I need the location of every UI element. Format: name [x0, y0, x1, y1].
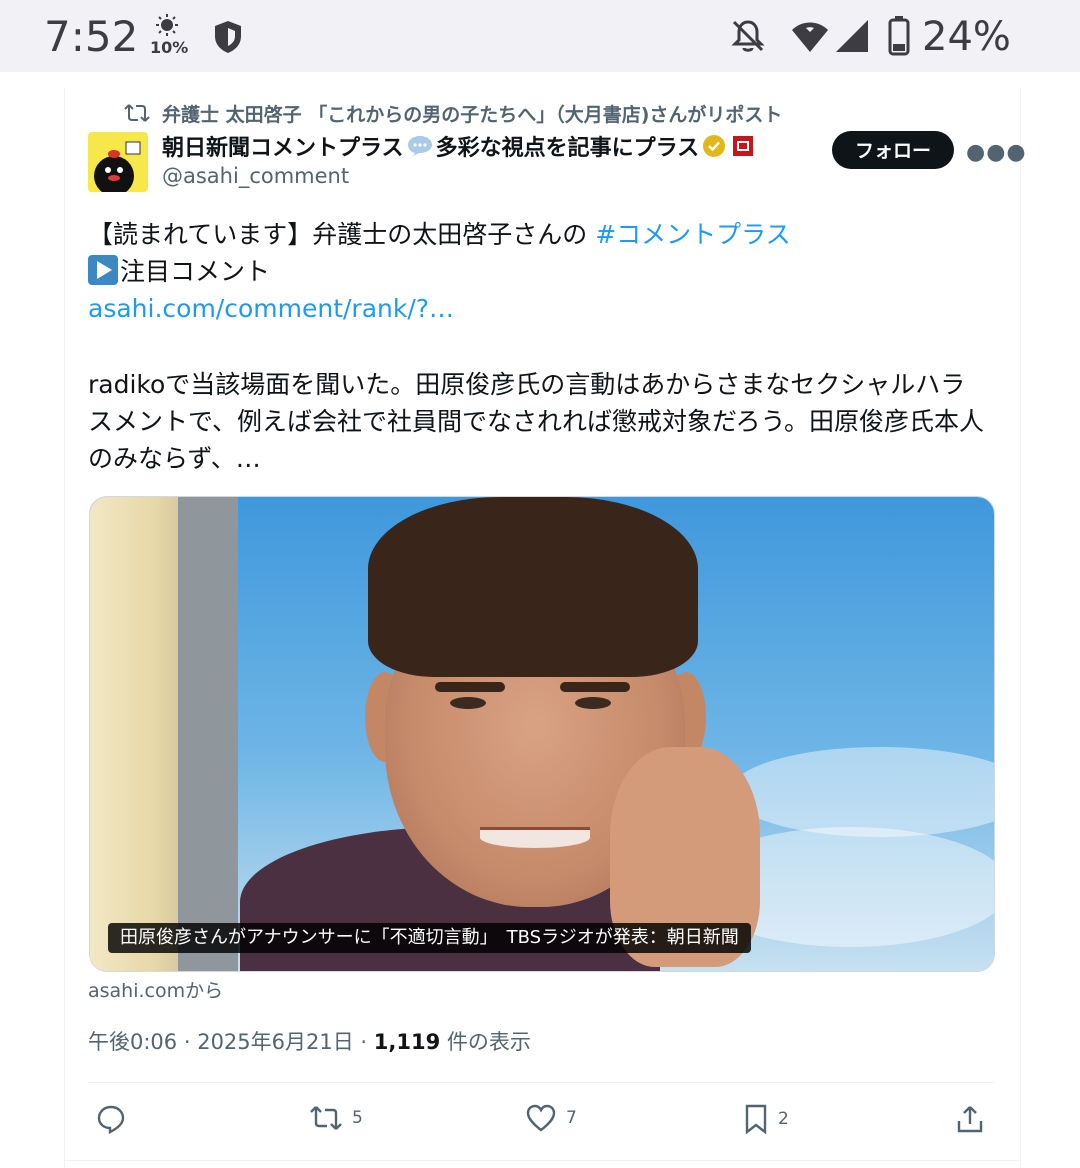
divider	[88, 1082, 994, 1083]
wifi-icon	[792, 22, 828, 52]
shield-icon	[215, 21, 241, 53]
retweet-button[interactable]: 5	[310, 1104, 363, 1132]
tweet-line-2: 注目コメント	[88, 253, 988, 290]
play-button-icon	[88, 255, 118, 285]
photo-brow	[560, 682, 630, 692]
photo-window-frame	[178, 497, 238, 971]
photo-eye	[450, 697, 486, 709]
tweet-text: 【読まれています】弁護士の太田啓子さんの	[88, 220, 596, 249]
views-count: 1,119	[373, 1030, 441, 1054]
affiliate-logo-icon	[733, 136, 754, 156]
divider	[64, 1160, 1019, 1161]
like-count: 7	[566, 1108, 577, 1128]
photo-eye	[575, 697, 611, 709]
mascot-icon	[94, 141, 141, 192]
repost-icon	[124, 104, 150, 122]
notifications-off-icon	[731, 20, 765, 52]
photo-mouth	[480, 827, 590, 848]
tweet-line-1: 【読まれています】弁護士の太田啓子さんの #コメントプラス	[88, 216, 988, 253]
retweet-icon	[310, 1106, 342, 1130]
author-name[interactable]: 朝日新聞コメントプラス 多彩な視点を記事にプラス	[162, 130, 757, 162]
more-options-icon[interactable]: ●●●	[966, 140, 1027, 165]
brightness-value: 10%	[150, 38, 189, 57]
status-bar: 7:52 10% 24%	[0, 0, 1080, 72]
share-icon	[957, 1106, 983, 1133]
meta-separator: ·	[177, 1030, 198, 1054]
brightness-icon	[156, 14, 178, 36]
tweet-time[interactable]: 午後0:06	[88, 1030, 177, 1054]
bookmark-count: 2	[778, 1109, 789, 1129]
tweet-text-2: 注目コメント	[120, 257, 271, 286]
reply-icon	[97, 1105, 125, 1134]
photo-brow	[435, 682, 505, 692]
heart-icon	[526, 1104, 556, 1132]
tweet-meta: 午後0:06 · 2025年6月21日 · 1,119 件の表示	[88, 1026, 531, 1056]
follow-button[interactable]: フォロー	[832, 131, 954, 169]
photo-hair	[368, 497, 698, 677]
tweet-date[interactable]: 2025年6月21日	[197, 1030, 354, 1054]
hashtag-link[interactable]: #コメントプラス	[595, 220, 790, 249]
author-avatar[interactable]	[88, 132, 148, 192]
repost-text: 弁護士 太田啓子 「これからの男の子たちへ」（大月書店)さんがリポスト	[162, 103, 783, 126]
author-name-part1: 朝日新聞コメントプラス	[162, 136, 404, 161]
brightness-indicator: 10%	[150, 14, 189, 60]
author-handle[interactable]: @asahi_comment	[162, 164, 349, 188]
repost-indicator[interactable]: 弁護士 太田啓子 「これからの男の子たちへ」（大月書店)さんがリポスト	[124, 100, 782, 126]
speech-bubble-icon	[407, 136, 432, 156]
link-card-image[interactable]: 田原俊彦さんがアナウンサーに「不適切言動」 TBSラジオが発表：朝日新聞	[89, 496, 995, 972]
bookmark-icon	[745, 1104, 767, 1134]
status-time: 7:52	[44, 12, 139, 61]
battery-percentage: 24%	[922, 14, 1011, 60]
share-button[interactable]	[956, 1104, 994, 1134]
link-source[interactable]: asahi.comから	[88, 976, 223, 1003]
retweet-count: 5	[352, 1108, 363, 1128]
bookmark-button[interactable]: 2	[744, 1104, 789, 1134]
meta-separator: ·	[353, 1030, 374, 1054]
like-button[interactable]: 7	[526, 1104, 577, 1132]
tweet-link[interactable]: asahi.com/comment/rank/?…	[88, 290, 988, 327]
link-card-title: 田原俊彦さんがアナウンサーに「不適切言動」 TBSラジオが発表：朝日新聞	[108, 923, 751, 953]
reply-button[interactable]	[96, 1104, 136, 1134]
author-name-part2: 多彩な視点を記事にプラス	[435, 136, 700, 161]
views-label: 件の表示	[440, 1030, 531, 1054]
battery-icon	[888, 16, 910, 56]
tweet-paragraph: radikoで当該場面を聞いた。田原俊彦氏の言動はあからさまなセクシャルハラスメ…	[88, 370, 985, 473]
verified-badge-icon	[703, 135, 726, 157]
signal-icon	[836, 20, 868, 52]
